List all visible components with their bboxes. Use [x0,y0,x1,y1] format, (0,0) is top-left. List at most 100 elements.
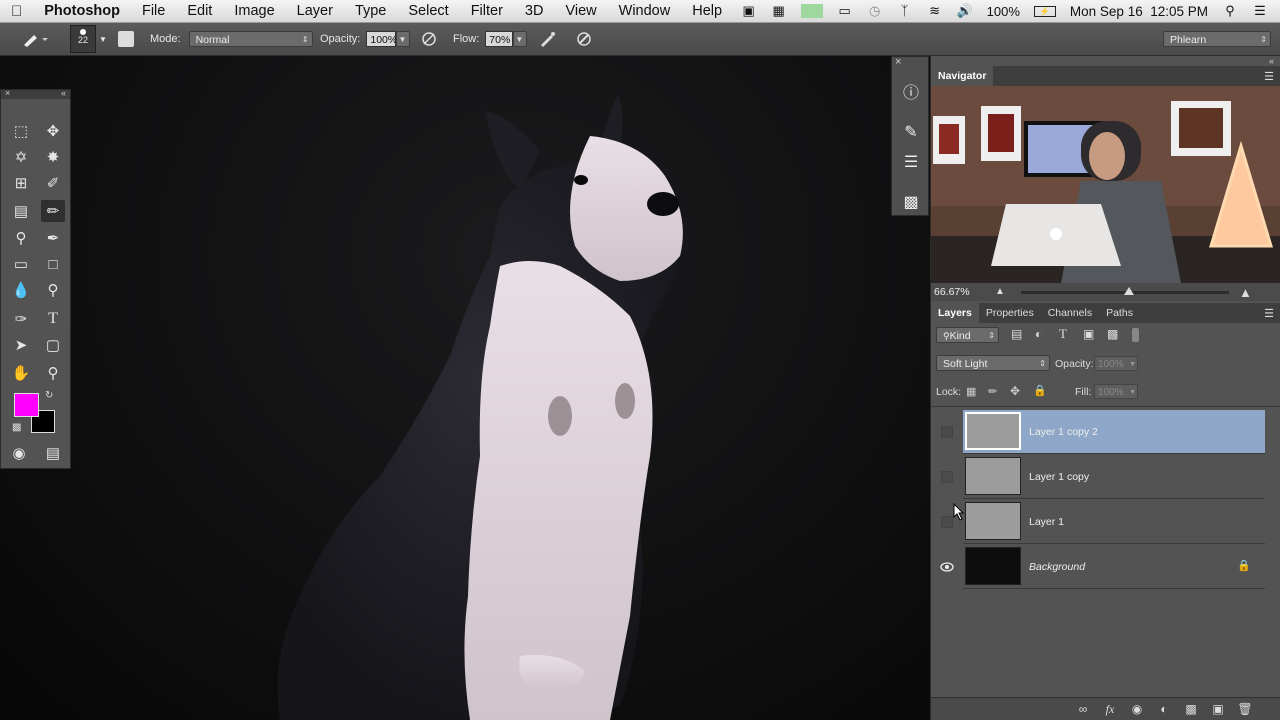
menu-view[interactable]: View [554,3,607,19]
dodge-tool-icon[interactable]: ⚲ [41,279,65,301]
layer-name[interactable]: Layer 1 [1029,500,1064,544]
tab-layers[interactable]: Layers [931,303,979,323]
layer-opacity-field[interactable]: 100% ▼ [1094,356,1138,371]
layer-filter-kind[interactable]: ⚲Kind ⇕ [936,327,999,343]
menu-3d[interactable]: 3D [514,3,555,19]
add-mask-icon[interactable]: ◉ [1128,701,1146,717]
collapse-icon[interactable]: « [61,88,66,98]
new-adjustment-layer-icon[interactable]: ◐ [1155,701,1173,717]
pen-tool-icon[interactable]: ✑ [9,308,33,330]
brush-panel-toggle[interactable] [118,23,134,55]
menu-edit[interactable]: Edit [176,3,223,19]
clock[interactable]: Mon Sep 16 12:05 PM [1070,4,1208,19]
volume-icon[interactable]: 🔊 [957,4,973,18]
close-icon[interactable]: × [895,56,901,68]
lasso-tool-icon[interactable]: ✡ [9,146,33,168]
panel-menu-icon[interactable]: ☰ [1264,70,1274,83]
pressure-size-button[interactable] [575,23,593,55]
crop-tool-icon[interactable]: ⊞ [9,172,33,194]
lock-position-icon[interactable]: ✥ [1010,384,1020,398]
link-layers-icon[interactable]: ∞ [1074,701,1092,717]
time-machine-icon[interactable]: ◷ [867,4,883,18]
history-brush-tool-icon[interactable]: ✒ [41,227,65,249]
pixel-layer-filter-icon[interactable]: ▤ [1011,327,1022,341]
delete-layer-icon[interactable]: 🗑 [1236,701,1254,717]
filter-toggle[interactable] [1132,328,1139,342]
menu-file[interactable]: File [131,3,176,19]
layer-name[interactable]: Background [1029,545,1085,589]
new-group-icon[interactable]: ▩ [1182,701,1200,717]
adjustments-icon[interactable]: ☰ [898,149,924,175]
flow-input[interactable]: 70% [485,31,514,47]
fill-field[interactable]: 100% ▼ [1094,384,1138,399]
adjustment-layer-filter-icon[interactable]: ◐ [1035,327,1042,341]
magic-wand-tool-icon[interactable]: ✸ [41,146,65,168]
workspace-switcher[interactable]: Phlearn ⇕ [1163,31,1271,47]
bluetooth-icon[interactable]: ᛉ [897,4,913,18]
marquee-tool-icon[interactable]: ⬚ [9,120,33,142]
zoom-slider-thumb[interactable] [1124,287,1135,295]
layer-row[interactable]: Layer 1 [963,500,1265,544]
layer-name[interactable]: Layer 1 copy [1029,455,1089,499]
zoom-out-icon[interactable]: ▲ [995,286,1005,297]
lock-all-icon[interactable]: 🔒 [1033,384,1047,397]
menu-filter[interactable]: Filter [460,3,514,19]
menu-image[interactable]: Image [223,3,285,19]
eyedropper-tool-icon[interactable]: ✐ [41,172,65,194]
blur-tool-icon[interactable]: 💧 [9,279,33,301]
document-canvas[interactable] [0,56,930,720]
path-selection-tool-icon[interactable]: ➤ [9,334,33,356]
screen-mode-icon[interactable]: ▤ [41,442,65,464]
clone-stamp-tool-icon[interactable]: ⚲ [9,227,33,249]
pressure-opacity-button[interactable] [420,23,438,55]
zoom-tool-icon[interactable]: ⚲ [41,362,65,384]
hand-tool-icon[interactable]: ✋ [9,362,33,384]
tab-channels[interactable]: Channels [1041,303,1099,323]
flow-dropdown[interactable]: ▼ [513,31,528,47]
brush-size-picker[interactable]: 22 ▼ [70,23,108,55]
layer-visibility-toggle[interactable] [935,410,959,454]
notification-center-icon[interactable]: ☰ [1252,4,1268,18]
menu-layer[interactable]: Layer [286,3,344,19]
info-panel-icon[interactable]: ⓘ [898,78,924,104]
panel-menu-icon[interactable]: ☰ [1264,307,1274,320]
layer-visibility-toggle[interactable] [935,545,959,589]
zoom-in-icon[interactable]: ▲ [1239,285,1252,300]
navigator-thumbnail[interactable] [931,86,1280,283]
collapse-icon[interactable]: « [1269,56,1274,66]
blend-mode-select[interactable]: Soft Light ⇕ [936,355,1050,371]
mode-select[interactable]: Normal ⇕ [188,31,313,47]
rectangle-tool-icon[interactable]: ▢ [41,334,65,356]
opacity-input[interactable]: 100% [366,31,397,47]
tab-navigator[interactable]: Navigator [931,66,994,86]
shape-layer-filter-icon[interactable]: ▣ [1083,327,1094,341]
close-icon[interactable]: × [5,88,10,98]
brush-presets-icon[interactable]: ✎ [898,119,924,145]
tab-properties[interactable]: Properties [979,303,1041,323]
tool-preset-picker[interactable] [20,23,50,55]
quick-mask-icon[interactable]: ◉ [7,442,31,464]
foreground-color-swatch[interactable] [14,393,39,417]
dropbox-icon[interactable]: ▣ [741,4,757,18]
layer-name[interactable]: Layer 1 copy 2 [1029,410,1098,454]
swap-colors-icon[interactable]: ↻ [45,390,53,401]
zoom-slider[interactable] [1021,287,1229,295]
spotlight-search-icon[interactable]: ⚲ [1222,4,1238,18]
gradient-tool-icon[interactable]: □ [41,253,65,275]
default-colors-icon[interactable]: ▩ [12,422,21,433]
app-status-icon[interactable]: ▦ [771,4,787,18]
layer-row[interactable]: Layer 1 copy 2 [963,410,1265,454]
brush-tool-icon[interactable]: ✏ [41,200,65,222]
new-layer-icon[interactable]: ▣ [1209,701,1227,717]
menu-photoshop[interactable]: Photoshop [33,3,131,19]
eraser-tool-icon[interactable]: ▭ [9,253,33,275]
menu-type[interactable]: Type [344,3,397,19]
lock-image-pixels-icon[interactable]: ✏ [988,385,997,398]
layer-row[interactable]: Layer 1 copy [963,455,1265,499]
airbrush-button[interactable] [538,23,556,55]
type-tool-icon[interactable]: T [41,308,65,330]
navigator-zoom-value[interactable]: 66.67% [934,286,970,298]
wifi-icon[interactable]: ≋ [927,4,943,18]
clone-source-icon[interactable]: ▩ [898,189,924,215]
airplay-icon[interactable]: ▭ [837,4,853,18]
